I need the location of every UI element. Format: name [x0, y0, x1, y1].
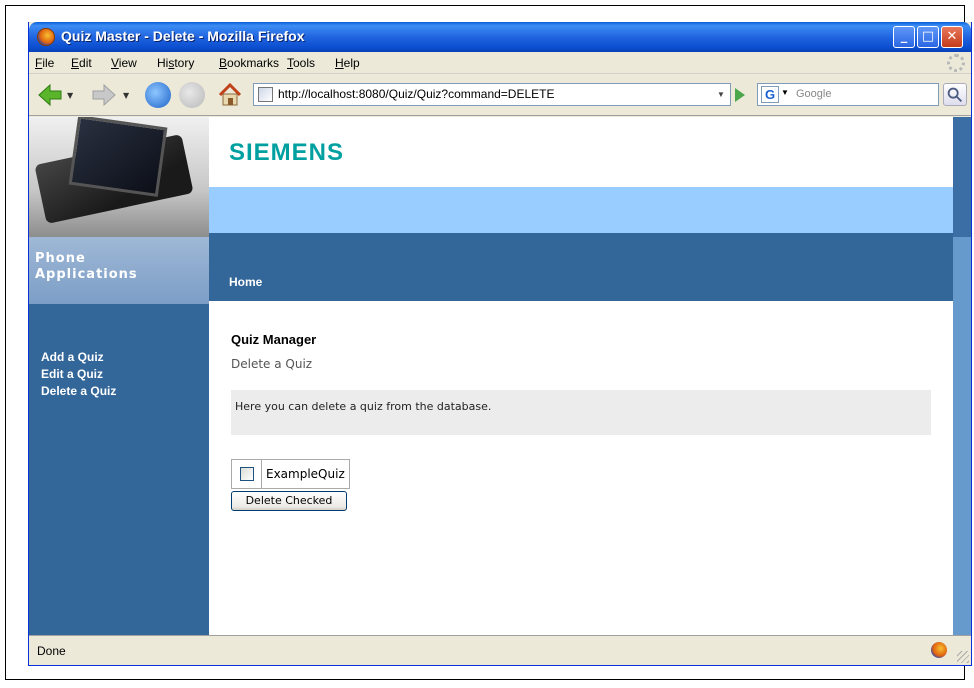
quiz-name: ExampleQuiz: [266, 467, 345, 481]
home-icon[interactable]: [217, 82, 243, 108]
go-arrow-icon[interactable]: [735, 88, 745, 102]
search-engine-dropdown-icon[interactable]: ▼: [781, 88, 789, 97]
status-bar: Done: [29, 635, 971, 665]
firefox-icon: [37, 28, 55, 46]
menu-help[interactable]: Help: [335, 56, 360, 70]
phone-image: [29, 117, 209, 237]
sidenav-add-quiz[interactable]: Add a Quiz: [41, 349, 116, 366]
right-scroll-strip: [953, 117, 971, 635]
search-magnifier-icon[interactable]: [943, 83, 967, 106]
close-button[interactable]: ✕: [941, 26, 963, 48]
menu-file[interactable]: File: [35, 56, 54, 70]
status-text: Done: [37, 644, 66, 658]
resize-grip-icon[interactable]: [957, 651, 969, 663]
navigation-toolbar: ▼ ▼ http://localhost:8080/Quiz/Quiz?comm…: [29, 74, 971, 116]
menu-tools[interactable]: Tools: [287, 56, 315, 70]
brand-line-2: Applications: [35, 267, 138, 282]
url-bar[interactable]: http://localhost:8080/Quiz/Quiz?command=…: [253, 83, 731, 106]
phone-screen-shape: [68, 117, 168, 197]
page-title: Quiz Manager: [231, 332, 317, 347]
menu-history[interactable]: History: [157, 56, 194, 70]
table-row-checkbox-cell: [232, 460, 262, 488]
activity-throbber-icon: [947, 54, 965, 72]
delete-checked-button[interactable]: Delete Checked: [231, 491, 347, 511]
back-arrow-icon[interactable]: [37, 82, 63, 108]
side-navigation: Add a Quiz Edit a Quiz Delete a Quiz: [41, 349, 116, 400]
info-box: Here you can delete a quiz from the data…: [231, 390, 931, 435]
sidenav-edit-quiz[interactable]: Edit a Quiz: [41, 366, 116, 383]
title-bar[interactable]: Quiz Master - Delete - Mozilla Firefox _…: [29, 22, 971, 52]
menu-view[interactable]: View: [111, 56, 137, 70]
back-history-dropdown-icon[interactable]: ▼: [67, 91, 73, 100]
quiz-checkbox[interactable]: [239, 467, 254, 481]
forward-history-dropdown-icon[interactable]: ▼: [123, 91, 129, 100]
search-placeholder[interactable]: Google: [796, 88, 831, 100]
menu-edit[interactable]: Edit: [71, 56, 92, 70]
url-text[interactable]: http://localhost:8080/Quiz/Quiz?command=…: [278, 84, 554, 105]
forward-arrow-icon[interactable]: [91, 82, 117, 108]
menu-bar: File Edit View History Bookmarks Tools H…: [29, 52, 971, 74]
browser-window: Quiz Master - Delete - Mozilla Firefox _…: [28, 22, 972, 666]
reload-icon[interactable]: [145, 82, 171, 108]
search-box[interactable]: G ▼ Google: [757, 83, 939, 106]
url-dropdown-icon[interactable]: ▼: [712, 84, 730, 105]
page-subtitle: Delete a Quiz: [231, 357, 313, 371]
stop-icon[interactable]: [179, 82, 205, 108]
home-link[interactable]: Home: [229, 275, 262, 289]
menu-bookmarks[interactable]: Bookmarks: [219, 56, 279, 70]
firefox-status-icon: [931, 642, 947, 658]
info-text: Here you can delete a quiz from the data…: [235, 400, 492, 413]
page-content: Phone Applications Add a Quiz Edit a Qui…: [29, 117, 953, 635]
brand-block: Phone Applications: [29, 237, 209, 304]
header-band-dark: [209, 233, 953, 301]
maximize-button[interactable]: □: [917, 26, 939, 48]
page-favicon-icon: [258, 87, 273, 102]
minimize-button[interactable]: _: [893, 26, 915, 48]
siemens-logo: SIEMENS: [229, 139, 345, 166]
window-title: Quiz Master - Delete - Mozilla Firefox: [61, 28, 305, 44]
quiz-list-table: ExampleQuiz: [231, 459, 350, 489]
header-band-light: [209, 187, 953, 233]
sidenav-delete-quiz[interactable]: Delete a Quiz: [41, 383, 116, 400]
brand-line-1: Phone: [35, 251, 86, 266]
right-strip-top: [953, 117, 971, 237]
google-engine-icon[interactable]: G: [761, 86, 779, 103]
left-column: Phone Applications Add a Quiz Edit a Qui…: [29, 117, 209, 635]
